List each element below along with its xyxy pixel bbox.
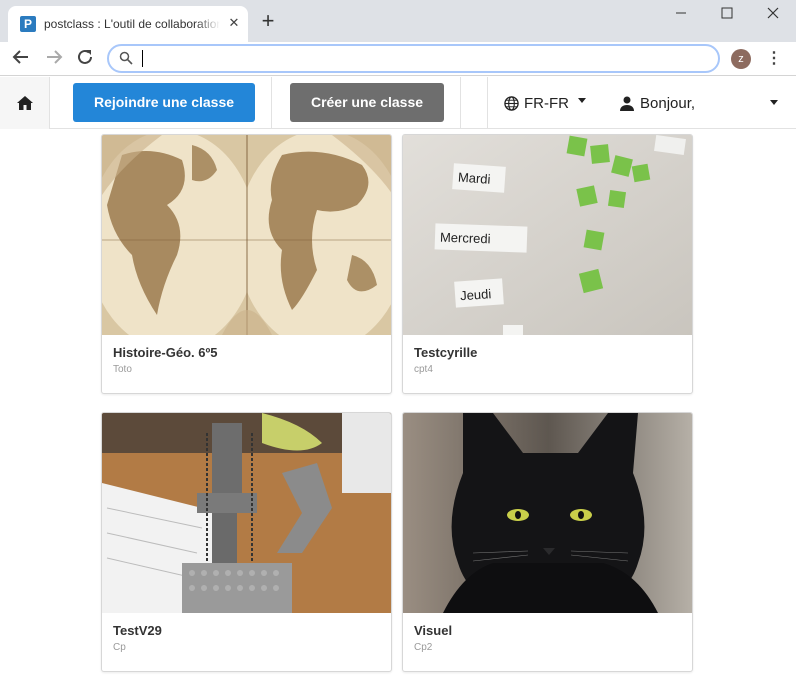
divider [460,77,461,129]
class-subtitle: Cp2 [414,642,433,653]
close-window-button[interactable] [750,0,796,30]
class-subtitle: Toto [113,364,132,375]
back-button[interactable] [9,48,33,72]
home-button[interactable] [0,77,50,129]
class-card[interactable]: TestV29 Cp [101,412,392,672]
tab-title: postclass : L'outil de collaboration [44,16,220,32]
world-map-image [102,135,391,335]
globe-icon [504,95,519,111]
postclass-favicon-icon: P [20,16,36,32]
mercredi-label: Mercredi [440,230,491,247]
class-title: Visuel [414,623,453,638]
user-menu[interactable]: Bonjour, [620,93,695,113]
home-icon [16,96,33,110]
new-tab-button[interactable]: + [258,10,278,32]
create-class-button[interactable]: Créer une classe [290,83,444,122]
maximize-button[interactable] [704,0,750,30]
mardi-label: Mardi [457,170,491,187]
class-title: Histoire-Géo. 6º5 [113,345,218,360]
user-greeting: Bonjour, [640,94,696,112]
language-chevron-down-icon[interactable] [578,98,586,103]
reload-icon [78,49,92,64]
user-icon [620,96,634,111]
divider [271,77,272,129]
lego-robot-image [102,413,391,613]
class-card[interactable]: Visuel Cp2 [402,412,693,672]
class-title: Testcyrille [414,345,478,360]
language-label: FR-FR [524,94,569,112]
forward-arrow-icon [47,50,63,64]
address-bar[interactable] [107,44,720,73]
search-icon [119,51,133,65]
tab-close-icon[interactable]: ✕ [226,15,242,31]
join-class-button[interactable]: Rejoindre une classe [73,83,255,122]
class-card[interactable]: Mardi Mercredi Jeudi Testcyrille cpt4 [402,134,693,394]
class-card[interactable]: Histoire-Géo. 6º5 Toto [101,134,392,394]
forward-button[interactable] [42,48,66,72]
text-caret [142,50,143,67]
black-cat-image [403,413,692,613]
browser-menu-icon[interactable]: ⋮ [766,49,782,69]
app-header: Rejoindre une classe Créer une classe FR… [0,77,796,129]
reload-button[interactable] [73,48,97,72]
browser-titlebar: P postclass : L'outil de collaboration ✕… [0,0,796,42]
user-chevron-down-icon[interactable] [770,100,778,105]
browser-toolbar: z ⋮ [0,42,796,76]
minimize-button[interactable] [658,0,704,30]
jeudi-label: Jeudi [460,286,492,303]
class-subtitle: cpt4 [414,364,433,375]
class-subtitle: Cp [113,642,126,653]
divider [487,77,488,129]
class-title: TestV29 [113,623,162,638]
browser-tab[interactable]: P postclass : L'outil de collaboration ✕ [8,6,248,42]
back-arrow-icon [12,50,28,64]
weekday-cards-image: Mardi Mercredi Jeudi [403,135,692,335]
profile-avatar[interactable]: z [731,49,751,69]
language-selector[interactable]: FR-FR [504,93,569,113]
